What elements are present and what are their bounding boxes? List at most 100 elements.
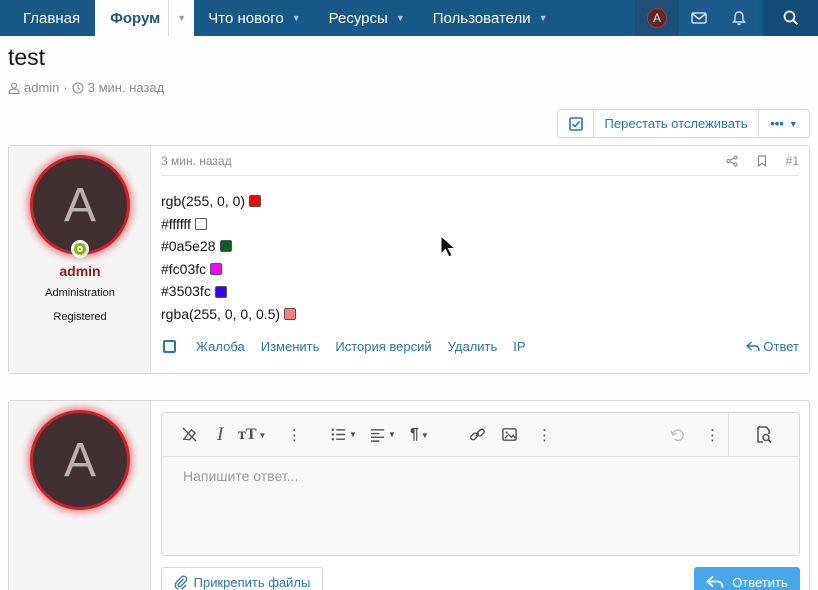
nav-forum-label: Форум bbox=[110, 9, 161, 27]
more-insert-options-icon[interactable]: ⋮ bbox=[537, 426, 552, 444]
thread-author[interactable]: admin bbox=[24, 80, 59, 95]
bell-icon bbox=[732, 11, 746, 26]
nav-user-tools: A bbox=[635, 0, 818, 36]
more-editor-options-icon[interactable]: ⋮ bbox=[705, 426, 720, 444]
nav-resources[interactable]: Ресурсы ▼ bbox=[315, 0, 419, 36]
preview-icon bbox=[757, 426, 772, 444]
select-post-checkbox[interactable] bbox=[163, 340, 176, 353]
reply-link[interactable]: Ответ bbox=[746, 339, 799, 354]
avatar[interactable]: A bbox=[30, 410, 130, 510]
attach-files-button[interactable]: Прикрепить файлы bbox=[161, 567, 323, 590]
undo-button[interactable] bbox=[669, 426, 686, 443]
select-thread-button[interactable] bbox=[558, 110, 594, 137]
link-icon bbox=[470, 428, 485, 441]
bookmark-icon[interactable] bbox=[756, 154, 768, 167]
envelope-icon bbox=[691, 12, 707, 24]
attach-files-label: Прикрепить файлы bbox=[193, 574, 311, 590]
thread-time[interactable]: 3 мин. назад bbox=[88, 80, 164, 95]
unwatch-button[interactable]: Перестать отслеживать bbox=[594, 110, 759, 137]
account-menu-button[interactable]: A bbox=[635, 0, 679, 36]
paragraph-button[interactable]: ¶ ▼ bbox=[410, 426, 429, 444]
post-line-text: #fc03fc bbox=[161, 260, 207, 277]
color-swatch bbox=[249, 195, 262, 208]
more-options-button[interactable]: ••• ▼ bbox=[759, 110, 809, 137]
nav-forum[interactable]: Форум ▼ bbox=[95, 0, 195, 36]
post-content: rgb(255, 0, 0) #ffffff #0a5e28 #fc03fc #3503… bbox=[161, 190, 297, 326]
insert-link-button[interactable] bbox=[469, 426, 486, 443]
reply-icon bbox=[746, 341, 761, 352]
chevron-down-icon: ▼ bbox=[395, 13, 405, 23]
rich-text-editor: I тT ▼ ⋮ ▼ ▼ ¶ ▼ ⋮ ⋮ Напишите ответ... bbox=[161, 412, 800, 556]
inbox-button[interactable] bbox=[679, 0, 719, 36]
user-icon bbox=[8, 81, 20, 94]
post-content-line: rgba(255, 0, 0, 0.5) bbox=[161, 303, 297, 326]
align-button[interactable]: ▼ bbox=[369, 426, 396, 443]
color-swatch bbox=[284, 308, 297, 321]
reply-textarea[interactable]: Напишите ответ... bbox=[183, 468, 298, 484]
more-text-options-icon[interactable]: ⋮ bbox=[287, 426, 302, 444]
post-line-text: rgb(255, 0, 0) bbox=[161, 193, 246, 209]
ip-link[interactable]: IP bbox=[513, 339, 525, 354]
post-header: 3 мин. назад #1 bbox=[161, 146, 799, 176]
editor-toolbar: I тT ▼ ⋮ ▼ ▼ ¶ ▼ ⋮ ⋮ bbox=[162, 413, 799, 457]
list-icon bbox=[331, 428, 346, 441]
color-swatch bbox=[210, 263, 223, 276]
insert-image-button[interactable] bbox=[501, 426, 518, 443]
avatar: A bbox=[647, 8, 667, 28]
more-dots: ••• bbox=[770, 116, 784, 131]
post-time[interactable]: 3 мин. назад bbox=[161, 154, 232, 168]
thread-actions: Перестать отслеживать ••• ▼ bbox=[557, 109, 810, 138]
alerts-button[interactable] bbox=[719, 0, 759, 36]
remove-format-button[interactable] bbox=[181, 426, 198, 443]
chevron-down-icon: ▼ bbox=[538, 13, 548, 23]
post-username[interactable]: admin bbox=[9, 263, 151, 279]
align-left-icon bbox=[370, 429, 385, 442]
submit-reply-button[interactable]: Ответить bbox=[694, 567, 800, 590]
post-line-text: rgba(255, 0, 0, 0.5) bbox=[161, 305, 281, 322]
nav-resources-label: Ресурсы bbox=[328, 9, 388, 27]
reply-icon bbox=[706, 575, 724, 588]
report-link[interactable]: Жалоба bbox=[196, 339, 245, 354]
list-button[interactable]: ▼ bbox=[330, 426, 357, 443]
post-content-line: #fc03fc bbox=[161, 258, 296, 281]
reply-user-panel: A bbox=[9, 401, 151, 590]
post-user-panel: A admin Administration Registered bbox=[9, 146, 151, 373]
chevron-down-icon: ▼ bbox=[788, 118, 798, 129]
eraser-icon bbox=[182, 427, 197, 442]
online-status-indicator bbox=[71, 240, 89, 258]
history-link[interactable]: История версий bbox=[335, 339, 431, 354]
post-line-text: #0a5e28 bbox=[161, 238, 216, 255]
top-navigation: Главная Форум ▼ Что нового ▼ Ресурсы ▼ П… bbox=[0, 0, 818, 36]
delete-link[interactable]: Удалить bbox=[448, 339, 498, 354]
search-icon bbox=[783, 10, 798, 26]
undo-icon bbox=[670, 429, 684, 442]
post-line-text: #ffffff bbox=[161, 215, 191, 232]
nav-users[interactable]: Пользователи ▼ bbox=[419, 0, 562, 36]
italic-button[interactable]: I bbox=[217, 424, 223, 446]
edit-link[interactable]: Изменить bbox=[261, 339, 320, 354]
chevron-down-icon: ▼ bbox=[291, 13, 301, 23]
search-button[interactable] bbox=[763, 0, 818, 36]
thread-meta: admin · 3 мин. назад bbox=[8, 80, 164, 95]
nav-whats-new-label: Что нового bbox=[208, 9, 284, 27]
post-content-line: #3503fc bbox=[161, 280, 296, 303]
color-swatch bbox=[219, 240, 232, 253]
nav-users-label: Пользователи bbox=[432, 9, 531, 27]
nav-home[interactable]: Главная bbox=[0, 0, 95, 36]
post-main: 3 мин. назад #1 rgb(255, 0, 0) #ffffff #0a… bbox=[151, 146, 809, 373]
paperclip-icon bbox=[174, 575, 187, 589]
post-number[interactable]: #1 bbox=[786, 154, 799, 168]
post-actions: Жалоба Изменить История версий Удалить I… bbox=[161, 339, 799, 354]
preview-button[interactable] bbox=[728, 413, 799, 457]
nav-forum-dropdown-toggle[interactable]: ▼ bbox=[168, 0, 194, 36]
font-size-button[interactable]: тT ▼ bbox=[238, 426, 266, 444]
user-banner: Registered bbox=[53, 311, 107, 323]
image-icon bbox=[502, 428, 517, 441]
nav-whats-new[interactable]: Что нового ▼ bbox=[194, 0, 314, 36]
post: A admin Administration Registered 3 мин.… bbox=[8, 145, 810, 374]
share-icon[interactable] bbox=[725, 154, 738, 167]
post-line-text: #3503fc bbox=[161, 283, 211, 300]
mouse-cursor-icon bbox=[440, 235, 457, 258]
post-content-line: #ffffff bbox=[161, 213, 296, 236]
reply-link-label: Ответ bbox=[763, 339, 799, 354]
